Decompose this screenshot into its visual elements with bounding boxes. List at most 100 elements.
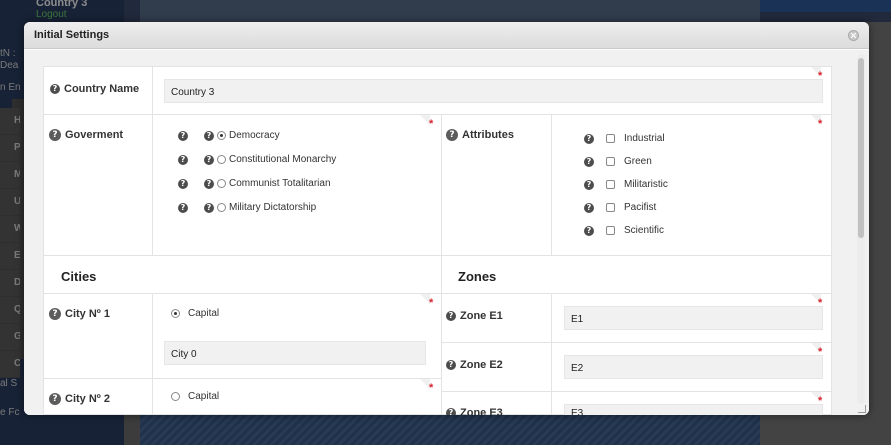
settings-form: ? Country Name * Country 3 ? Goverment * bbox=[43, 66, 832, 415]
info-icon[interactable]: ? bbox=[446, 408, 456, 415]
attributes-label-text: Attributes bbox=[462, 129, 514, 141]
dialog-body: ? Country Name * Country 3 ? Goverment * bbox=[24, 50, 869, 415]
info-icon[interactable]: ? bbox=[584, 202, 594, 213]
attributes-label: ? Attributes bbox=[446, 129, 514, 141]
divider bbox=[152, 67, 153, 115]
zone-input[interactable]: E3 bbox=[564, 404, 823, 415]
zone-label: ? Zone E3 bbox=[446, 407, 503, 415]
close-icon[interactable] bbox=[848, 30, 859, 41]
divider bbox=[551, 343, 552, 392]
info-icon[interactable]: ? bbox=[178, 130, 188, 141]
info-icon[interactable]: ? bbox=[49, 308, 61, 320]
info-icon[interactable]: ? bbox=[584, 156, 594, 167]
radio-button[interactable] bbox=[217, 179, 226, 188]
government-label: ? Goverment bbox=[49, 129, 123, 141]
checkbox[interactable] bbox=[606, 157, 615, 166]
attribute-option-green[interactable]: ? Green bbox=[584, 156, 652, 167]
checkbox[interactable] bbox=[606, 180, 615, 189]
scrollbar-thumb[interactable] bbox=[858, 58, 864, 238]
required-mark: * bbox=[429, 382, 434, 394]
attribute-option-pacifist[interactable]: ? Pacifist bbox=[584, 202, 656, 213]
option-label: Democracy bbox=[229, 130, 280, 141]
required-mark: * bbox=[429, 297, 434, 309]
option-label: Scientific bbox=[624, 225, 665, 236]
government-option-military-dictatorship[interactable]: ? ? Military Dictatorship bbox=[178, 202, 316, 213]
attribute-option-militaristic[interactable]: ? Militaristic bbox=[584, 179, 668, 190]
divider bbox=[551, 115, 552, 256]
section-titles-row: Cities Zones bbox=[44, 256, 831, 294]
required-mark: * bbox=[429, 118, 434, 130]
info-icon[interactable]: ? bbox=[446, 311, 456, 321]
zone-label: ? Zone E1 bbox=[446, 310, 503, 322]
resize-grip-icon[interactable] bbox=[858, 405, 866, 413]
info-icon[interactable]: ? bbox=[178, 154, 188, 165]
government-option-constitutional-monarchy[interactable]: ? ? Constitutional Monarchy bbox=[178, 154, 336, 165]
city-label: ? City Nº 2 bbox=[49, 393, 110, 405]
zone-label: ? Zone E2 bbox=[446, 359, 503, 371]
info-icon[interactable]: ? bbox=[50, 84, 60, 94]
required-mark: * bbox=[818, 118, 823, 130]
city-label-text: City Nº 1 bbox=[65, 308, 110, 320]
info-icon[interactable]: ? bbox=[49, 129, 61, 141]
info-icon[interactable]: ? bbox=[584, 225, 594, 236]
checkbox[interactable] bbox=[606, 134, 615, 143]
vertical-scrollbar[interactable] bbox=[857, 54, 865, 404]
divider bbox=[441, 256, 442, 294]
government-option-democracy[interactable]: ? ? Democracy bbox=[178, 130, 280, 141]
info-icon[interactable]: ? bbox=[446, 360, 456, 370]
checkbox[interactable] bbox=[606, 226, 615, 235]
city-row: ? City Nº 1 * Capital City 0 bbox=[44, 294, 441, 379]
info-icon[interactable]: ? bbox=[204, 154, 214, 165]
radio-button[interactable] bbox=[217, 155, 226, 164]
city-label-text: City Nº 2 bbox=[65, 393, 110, 405]
zone-row: ? Zone E3 * E3 bbox=[442, 392, 831, 415]
capital-option[interactable]: Capital bbox=[171, 308, 219, 319]
option-label: Militaristic bbox=[624, 179, 668, 190]
info-icon[interactable]: ? bbox=[446, 129, 458, 141]
radio-button[interactable] bbox=[171, 392, 180, 401]
government-label-text: Goverment bbox=[65, 129, 124, 141]
country-name-label: ? Country Name bbox=[50, 83, 139, 95]
zone-input[interactable]: E2 bbox=[564, 355, 823, 379]
city-name-input[interactable]: City 0 bbox=[164, 341, 426, 365]
country-name-input[interactable]: Country 3 bbox=[164, 79, 823, 103]
city-label: ? City Nº 1 bbox=[49, 308, 110, 320]
dialog-header: Initial Settings bbox=[24, 22, 869, 49]
option-label: Green bbox=[624, 156, 652, 167]
info-icon[interactable]: ? bbox=[584, 179, 594, 190]
divider bbox=[551, 392, 552, 415]
info-icon[interactable]: ? bbox=[204, 130, 214, 141]
info-icon[interactable]: ? bbox=[204, 178, 214, 189]
info-icon[interactable]: ? bbox=[584, 133, 594, 144]
radio-button[interactable] bbox=[217, 131, 226, 140]
government-attributes-row: ? Goverment * ? ? Democracy ? ? Constitu… bbox=[44, 115, 831, 256]
radio-button[interactable] bbox=[171, 309, 180, 318]
radio-button[interactable] bbox=[217, 203, 226, 212]
divider bbox=[152, 379, 153, 415]
option-label: Constitutional Monarchy bbox=[229, 154, 337, 165]
option-label: Pacifist bbox=[624, 202, 657, 213]
info-icon[interactable]: ? bbox=[178, 178, 188, 189]
dialog-title: Initial Settings bbox=[34, 29, 110, 41]
zone-label-text: Zone E2 bbox=[460, 359, 503, 371]
divider bbox=[152, 115, 153, 256]
info-icon[interactable]: ? bbox=[49, 393, 61, 405]
attribute-option-scientific[interactable]: ? Scientific bbox=[584, 225, 664, 236]
attribute-option-industrial[interactable]: ? Industrial bbox=[584, 133, 665, 144]
zones-title: Zones bbox=[458, 269, 497, 284]
option-label: Industrial bbox=[624, 133, 665, 144]
zone-row: ? Zone E2 * E2 bbox=[442, 343, 831, 392]
checkbox[interactable] bbox=[606, 203, 615, 212]
capital-option[interactable]: Capital bbox=[171, 391, 219, 402]
info-icon[interactable]: ? bbox=[178, 202, 188, 213]
info-icon[interactable]: ? bbox=[204, 202, 214, 213]
zone-label-text: Zone E3 bbox=[460, 407, 503, 415]
government-option-communist-totalitarian[interactable]: ? ? Communist Totalitarian bbox=[178, 178, 331, 189]
zone-input[interactable]: E1 bbox=[564, 306, 823, 330]
country-name-row: ? Country Name * Country 3 bbox=[44, 67, 831, 115]
zone-row: ? Zone E1 * E1 bbox=[442, 294, 831, 343]
divider bbox=[441, 115, 442, 256]
divider bbox=[551, 294, 552, 343]
initial-settings-dialog: Initial Settings ? Country Name * Countr… bbox=[24, 22, 869, 415]
zone-label-text: Zone E1 bbox=[460, 310, 503, 322]
